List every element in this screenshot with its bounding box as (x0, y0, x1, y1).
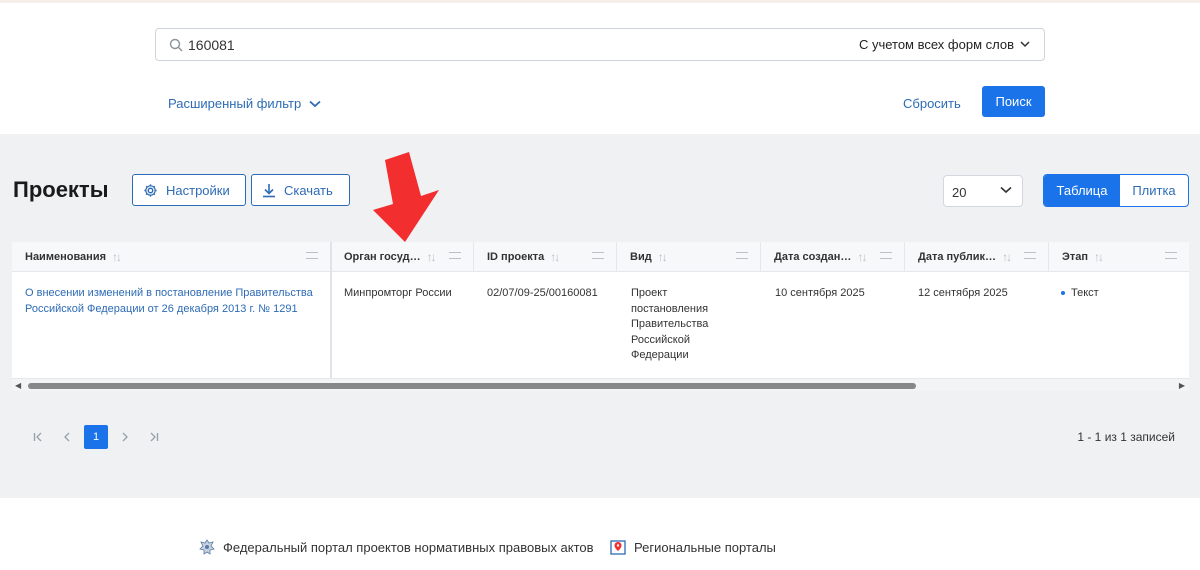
column-header-created[interactable]: Дата создан… ↑↓ (761, 242, 905, 272)
stage-dot-icon (1061, 291, 1065, 296)
column-header-stage[interactable]: Этап ↑↓ (1049, 242, 1189, 272)
project-id-cell: 02/07/09-25/00160081 (487, 287, 598, 299)
horizontal-scrollbar[interactable]: ◀ ▶ (12, 378, 1189, 391)
last-page-icon[interactable] (142, 425, 166, 449)
column-header-label: Наименования (25, 251, 107, 263)
first-page-icon[interactable] (26, 425, 50, 449)
column-header-kind[interactable]: Вид ↑↓ (617, 242, 761, 272)
column-header-published[interactable]: Дата публик… ↑↓ (905, 242, 1049, 272)
settings-button[interactable]: Настройки (132, 174, 246, 206)
column-menu-icon[interactable] (306, 252, 318, 259)
download-icon (263, 183, 275, 197)
published-date-cell: 12 сентября 2025 (918, 287, 1008, 299)
column-menu-icon[interactable] (449, 252, 461, 259)
chevron-down-icon (1000, 186, 1012, 194)
column-menu-icon[interactable] (880, 252, 892, 259)
settings-label: Настройки (166, 182, 230, 198)
next-page-icon[interactable] (113, 425, 137, 449)
emblem-icon (199, 539, 215, 555)
regional-portals-label: Региональные порталы (634, 539, 776, 555)
table-header: Наименования ↑↓ Орган госуд… ↑↓ ID проекта… (12, 242, 1189, 272)
kind-line: постановления (631, 302, 709, 315)
column-header-label: Дата создан… (774, 251, 852, 263)
word-forms-select[interactable]: С учетом всех форм слов (859, 37, 1030, 52)
sort-icon[interactable]: ↑↓ (857, 250, 867, 264)
column-header-name[interactable]: Наименования ↑↓ (12, 242, 331, 272)
column-header-label: Дата публик… (918, 251, 997, 263)
search-icon (169, 38, 183, 52)
column-header-organ[interactable]: Орган госуд… ↑↓ (331, 242, 474, 272)
sort-icon[interactable]: ↑↓ (658, 250, 668, 264)
word-forms-label: С учетом всех форм слов (858, 37, 1014, 52)
kind-line: Проект (631, 287, 668, 299)
column-menu-icon[interactable] (736, 252, 748, 259)
download-button[interactable]: Скачать (251, 174, 350, 206)
page-title: Проекты (13, 177, 109, 202)
column-header-label: Орган госуд… (344, 251, 421, 263)
column-header-label: Вид (630, 251, 652, 263)
column-header-label: Этап (1062, 251, 1088, 263)
projects-table: Наименования ↑↓ Орган госуд… ↑↓ ID проекта… (12, 242, 1189, 391)
page-number-button[interactable]: 1 (84, 425, 108, 449)
stage-label: Текст (1071, 287, 1099, 299)
project-name-line: О внесении изменений в постановление Пра… (25, 287, 313, 299)
sort-icon[interactable]: ↑↓ (112, 250, 122, 264)
column-menu-icon[interactable] (592, 252, 604, 259)
regional-portals-link[interactable]: Региональные порталы (609, 538, 776, 556)
footer: Федеральный портал проектов нормативных … (0, 498, 1200, 570)
sort-icon[interactable]: ↑↓ (550, 250, 560, 264)
created-date-cell: 10 сентября 2025 (775, 287, 865, 299)
search-button[interactable]: Поиск (982, 86, 1045, 117)
gear-icon (144, 183, 157, 197)
projects-panel: Проекты Настройки Скачать 20 Таблица Пли… (0, 134, 1200, 498)
stage-cell: Текст (1061, 286, 1099, 302)
kind-line: Правительства (631, 318, 709, 330)
column-header-label: ID проекта (487, 251, 545, 263)
scrollbar-thumb[interactable] (28, 383, 916, 389)
tile-view-button[interactable]: Плитка (1120, 175, 1188, 206)
scroll-left-icon[interactable]: ◀ (15, 381, 21, 390)
advanced-filter-label: Расширенный фильтр (168, 96, 302, 111)
column-menu-icon[interactable] (1024, 252, 1036, 259)
search-input[interactable]: 160081 С учетом всех форм слов (155, 28, 1045, 61)
pinned-column-divider[interactable] (330, 242, 332, 378)
kind-cell: Проект постановления Правительства Росси… (631, 286, 708, 364)
sort-icon[interactable]: ↑↓ (1002, 250, 1012, 264)
download-label: Скачать (284, 182, 333, 198)
federal-portal-label: Федеральный портал проектов нормативных … (223, 539, 594, 555)
chevron-down-icon (1020, 41, 1030, 48)
view-toggle: Таблица Плитка (1043, 174, 1189, 207)
map-icon (610, 540, 626, 555)
records-count: 1 - 1 из 1 записей (1077, 430, 1175, 444)
kind-line: Российской (631, 333, 690, 346)
project-name-link[interactable]: О внесении изменений в постановление Пра… (25, 286, 313, 317)
table-view-button[interactable]: Таблица (1044, 175, 1120, 206)
red-arrow-annotation (373, 152, 439, 242)
scroll-right-icon[interactable]: ▶ (1179, 381, 1185, 390)
sort-icon[interactable]: ↑↓ (427, 250, 437, 264)
organ-cell: Минпромторг России (344, 287, 452, 299)
per-page-select[interactable]: 20 (943, 175, 1023, 207)
prev-page-icon[interactable] (55, 425, 79, 449)
search-value[interactable]: 160081 (188, 37, 235, 53)
kind-line: Федерации (631, 349, 689, 361)
search-panel: 160081 С учетом всех форм слов Расширенн… (0, 0, 1200, 134)
per-page-value: 20 (952, 185, 967, 200)
advanced-filter-toggle[interactable]: Расширенный фильтр (168, 96, 321, 111)
sort-icon[interactable]: ↑↓ (1094, 250, 1104, 264)
chevron-down-icon (309, 100, 321, 107)
federal-portal-link[interactable]: Федеральный портал проектов нормативных … (198, 538, 594, 556)
pagination: 1 (26, 425, 171, 449)
project-name-line: Российской Федерации от 26 декабря 2013 … (25, 302, 298, 315)
reset-button[interactable]: Сбросить (903, 96, 961, 111)
column-menu-icon[interactable] (1165, 252, 1177, 259)
column-header-id[interactable]: ID проекта ↑↓ (474, 242, 617, 272)
